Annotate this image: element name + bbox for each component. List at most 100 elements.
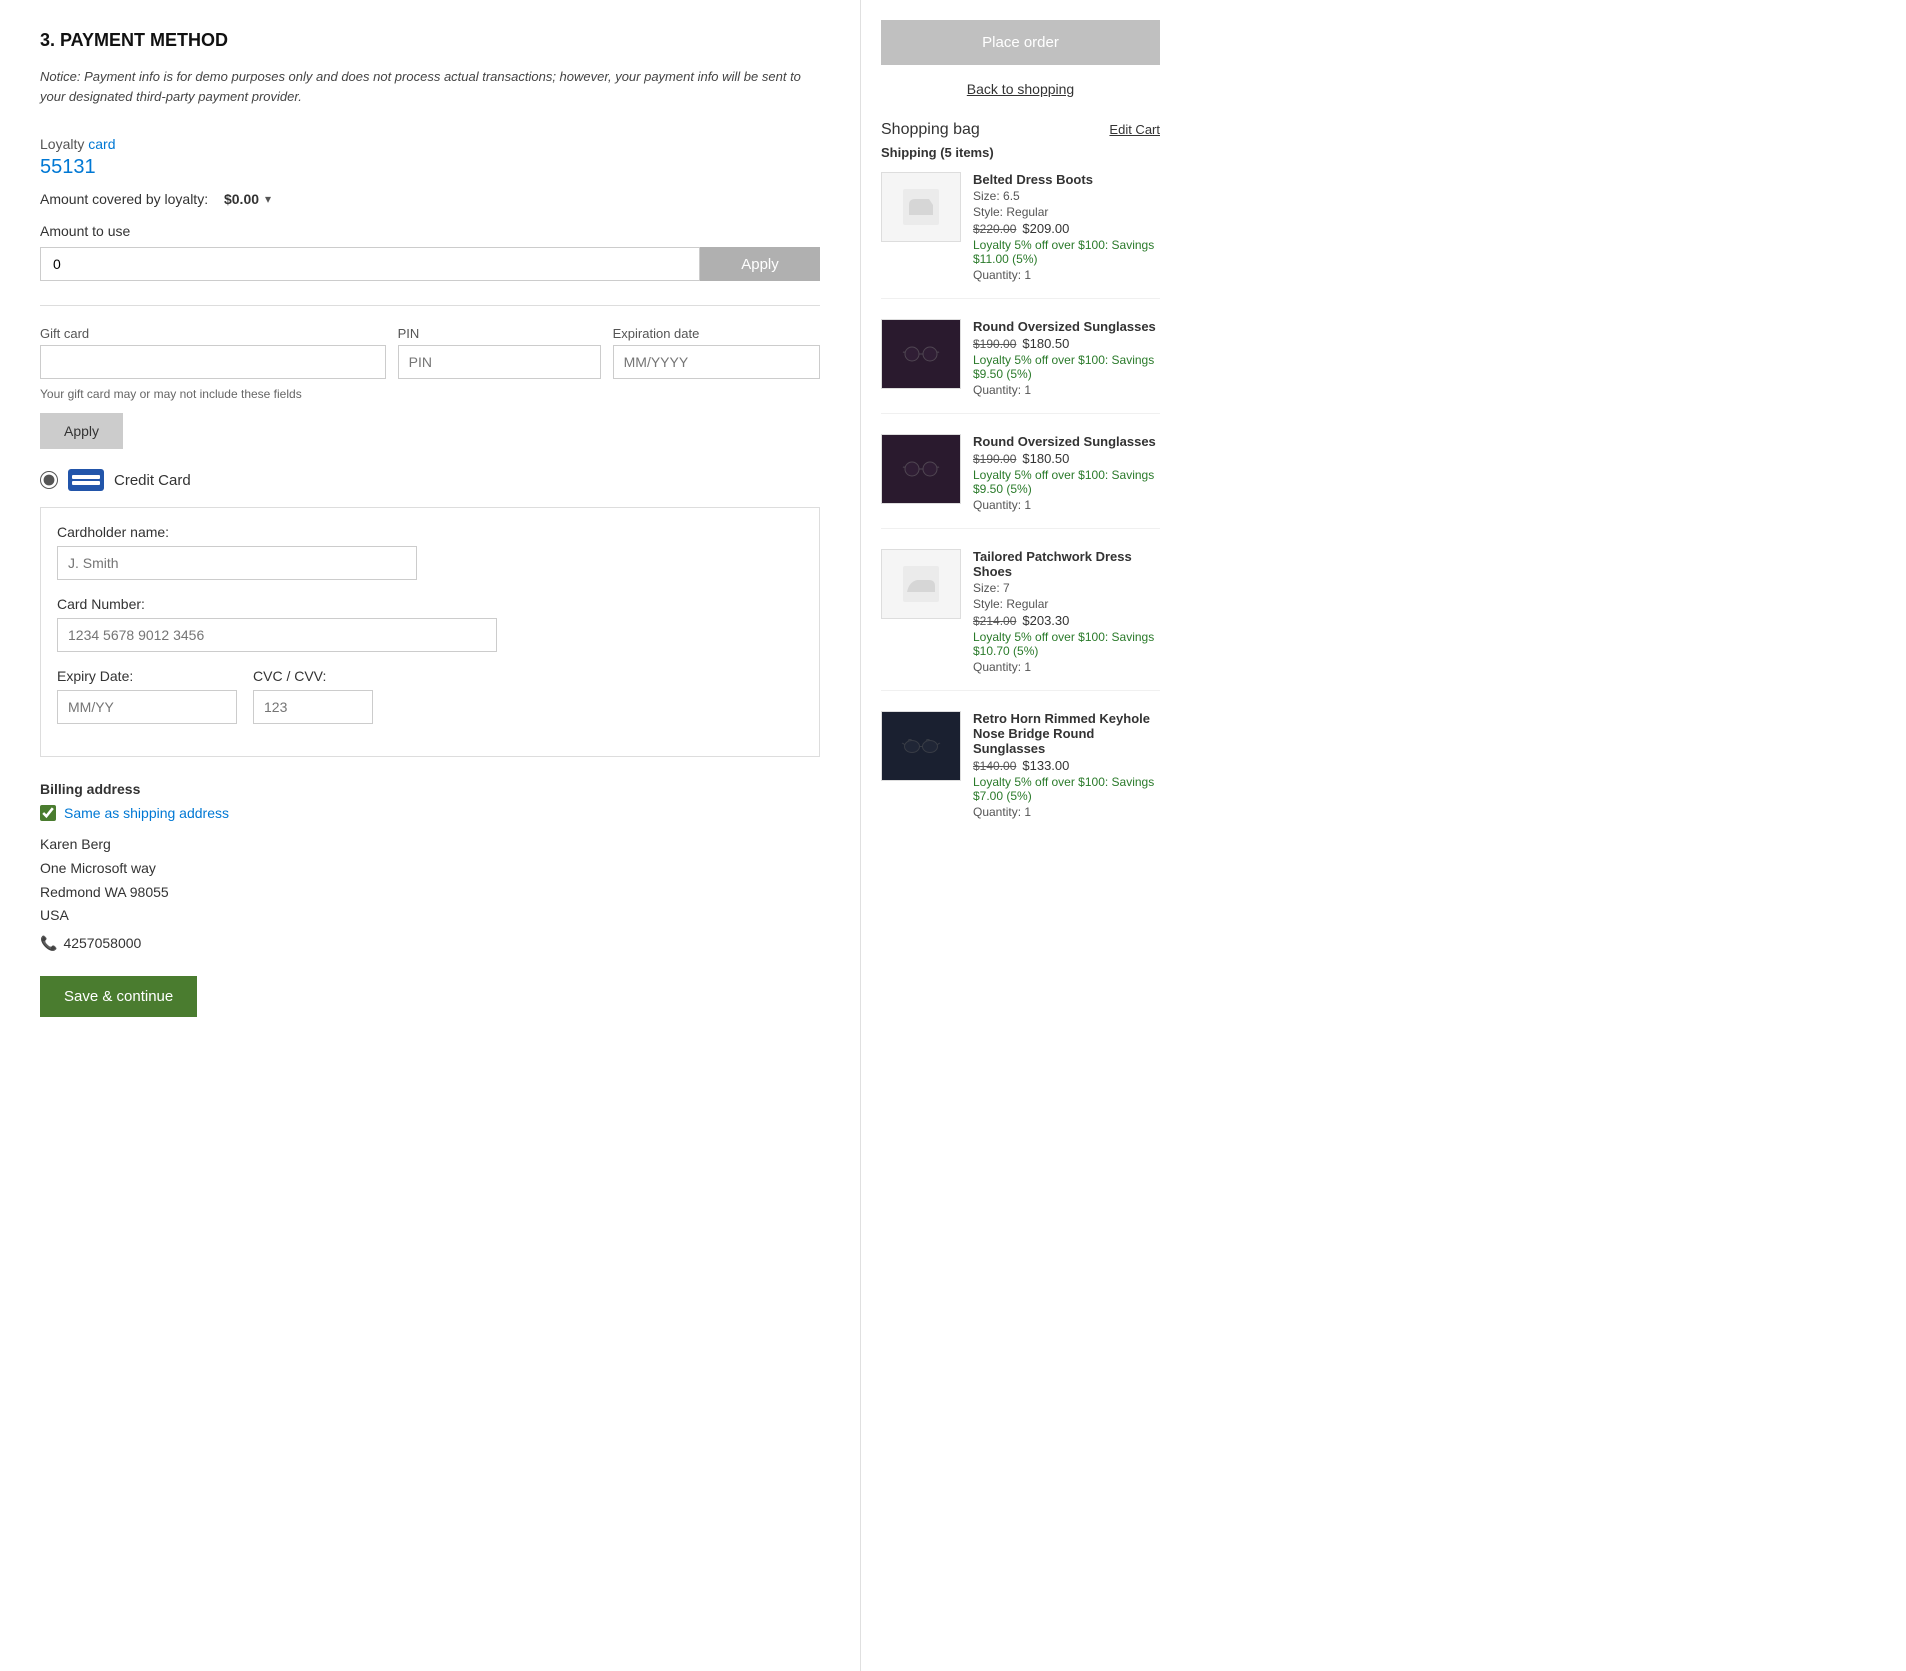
loyalty-number: 55131 <box>40 156 820 179</box>
cart-item-5-loyalty: Loyalty 5% off over $100: Savings $7.00 … <box>973 775 1160 803</box>
billing-address-line2: Redmond WA 98055 <box>40 881 820 905</box>
cart-item-2-name: Round Oversized Sunglasses <box>973 319 1160 334</box>
shipping-label: Shipping (5 items) <box>881 145 1160 160</box>
gift-card-row: Gift card PIN Expiration date <box>40 326 820 379</box>
amount-use-label: Amount to use <box>40 223 820 239</box>
cart-item-1-loyalty: Loyalty 5% off over $100: Savings $11.00… <box>973 238 1160 266</box>
cart-item-4-original-price: $214.00 <box>973 614 1016 628</box>
expiry-group: Expiry Date: <box>57 668 237 724</box>
gift-pin-label: PIN <box>398 326 601 341</box>
section-title: 3. PAYMENT METHOD <box>40 30 820 51</box>
sidebar: Place order Back to shopping Shopping ba… <box>860 0 1180 1671</box>
cart-item-3-details: Round Oversized Sunglasses $190.00 $180.… <box>973 434 1160 512</box>
gift-expiry-field: Expiration date <box>613 326 820 379</box>
phone-icon: 📞 <box>40 932 57 956</box>
cart-item-3-original-price: $190.00 <box>973 452 1016 466</box>
cart-item-3-prices: $190.00 $180.50 <box>973 451 1160 466</box>
cardholder-label: Cardholder name: <box>57 524 803 540</box>
gift-expiry-input[interactable] <box>613 345 820 379</box>
gift-card-apply-button[interactable]: Apply <box>40 413 123 449</box>
save-continue-button[interactable]: Save & continue <box>40 976 197 1017</box>
place-order-button[interactable]: Place order <box>881 20 1160 65</box>
notice-text: Notice: Payment info is for demo purpose… <box>40 67 820 106</box>
card-number-input[interactable] <box>57 618 497 652</box>
cart-item-2-image <box>881 319 961 389</box>
cart-item-3: Round Oversized Sunglasses $190.00 $180.… <box>881 434 1160 529</box>
billing-phone: 4257058000 <box>63 932 141 956</box>
cart-item-4-sale-price: $203.30 <box>1022 613 1069 628</box>
cart-item-5-name: Retro Horn Rimmed Keyhole Nose Bridge Ro… <box>973 711 1160 756</box>
cart-item-1-style: Style: Regular <box>973 205 1160 219</box>
cart-item-4-quantity: Quantity: 1 <box>973 660 1160 674</box>
cart-item-5-quantity: Quantity: 1 <box>973 805 1160 819</box>
billing-country: USA <box>40 904 820 928</box>
card-bottom-row: Expiry Date: CVC / CVV: <box>57 668 803 740</box>
cart-item-4-name: Tailored Patchwork Dress Shoes <box>973 549 1160 579</box>
cart-item-1-details: Belted Dress Boots Size: 6.5 Style: Regu… <box>973 172 1160 282</box>
cart-item-1-original-price: $220.00 <box>973 222 1016 236</box>
gift-card-input[interactable] <box>40 345 386 379</box>
billing-phone-row: 📞 4257058000 <box>40 932 820 956</box>
cart-item-2-loyalty: Loyalty 5% off over $100: Savings $9.50 … <box>973 353 1160 381</box>
amount-input[interactable] <box>40 247 700 281</box>
cart-item-4: Tailored Patchwork Dress Shoes Size: 7 S… <box>881 549 1160 691</box>
cart-item-4-style: Style: Regular <box>973 597 1160 611</box>
cart-item-2-details: Round Oversized Sunglasses $190.00 $180.… <box>973 319 1160 397</box>
cart-item-1-sale-price: $209.00 <box>1022 221 1069 236</box>
cart-item-2-quantity: Quantity: 1 <box>973 383 1160 397</box>
expiry-input[interactable] <box>57 690 237 724</box>
cart-item-3-sale-price: $180.50 <box>1022 451 1069 466</box>
loyalty-label: Loyalty card <box>40 136 820 152</box>
cart-item-5-image <box>881 711 961 781</box>
edit-cart-link[interactable]: Edit Cart <box>1109 122 1160 137</box>
cart-item-1-size: Size: 6.5 <box>973 189 1160 203</box>
cart-item-4-image <box>881 549 961 619</box>
billing-address-line1: One Microsoft way <box>40 857 820 881</box>
chevron-down-icon[interactable]: ▾ <box>265 192 271 206</box>
cart-item-5-original-price: $140.00 <box>973 759 1016 773</box>
gift-expiry-label: Expiration date <box>613 326 820 341</box>
cart-item-5-details: Retro Horn Rimmed Keyhole Nose Bridge Ro… <box>973 711 1160 819</box>
cart-item-1-quantity: Quantity: 1 <box>973 268 1160 282</box>
amount-row: Apply <box>40 247 820 281</box>
cvc-input[interactable] <box>253 690 373 724</box>
gift-card-field: Gift card <box>40 326 386 379</box>
cart-item-4-loyalty: Loyalty 5% off over $100: Savings $10.70… <box>973 630 1160 658</box>
shopping-bag-title: Shopping bag <box>881 121 980 139</box>
cardholder-input[interactable] <box>57 546 417 580</box>
cvc-group: CVC / CVV: <box>253 668 373 724</box>
cart-item-4-prices: $214.00 $203.30 <box>973 613 1160 628</box>
cart-item-3-name: Round Oversized Sunglasses <box>973 434 1160 449</box>
cart-item-5: Retro Horn Rimmed Keyhole Nose Bridge Ro… <box>881 711 1160 835</box>
credit-card-label: Credit Card <box>114 472 191 489</box>
billing-address: Karen Berg One Microsoft way Redmond WA … <box>40 833 820 956</box>
credit-card-icon <box>68 469 104 491</box>
billing-section: Billing address Same as shipping address… <box>40 781 820 956</box>
cart-item-5-sale-price: $133.00 <box>1022 758 1069 773</box>
amount-covered-value: $0.00 <box>224 191 259 207</box>
back-to-shopping-link[interactable]: Back to shopping <box>967 81 1074 97</box>
gift-pin-field: PIN <box>398 326 601 379</box>
cart-item-2-sale-price: $180.50 <box>1022 336 1069 351</box>
expiry-label: Expiry Date: <box>57 668 237 684</box>
same-as-shipping-label: Same as shipping address <box>64 805 229 821</box>
loyalty-card-highlight: card <box>88 136 115 152</box>
credit-card-form-container: Cardholder name: Card Number: Expiry Dat… <box>40 507 820 757</box>
amount-covered: Amount covered by loyalty: $0.00 ▾ <box>40 191 820 207</box>
gift-card-section: Gift card PIN Expiration date Your gift … <box>40 326 820 449</box>
cart-item-3-loyalty: Loyalty 5% off over $100: Savings $9.50 … <box>973 468 1160 496</box>
cardholder-group: Cardholder name: <box>57 524 803 580</box>
card-number-group: Card Number: <box>57 596 803 652</box>
cart-item-1-prices: $220.00 $209.00 <box>973 221 1160 236</box>
same-as-shipping-checkbox[interactable] <box>40 805 56 821</box>
gift-pin-input[interactable] <box>398 345 601 379</box>
cart-item-4-size: Size: 7 <box>973 581 1160 595</box>
cart-item-2: Round Oversized Sunglasses $190.00 $180.… <box>881 319 1160 414</box>
back-to-shopping: Back to shopping <box>881 81 1160 97</box>
loyalty-apply-button[interactable]: Apply <box>700 247 820 281</box>
cart-item-3-quantity: Quantity: 1 <box>973 498 1160 512</box>
cvc-label: CVC / CVV: <box>253 668 373 684</box>
divider-1 <box>40 305 820 306</box>
credit-card-radio[interactable] <box>40 471 58 489</box>
billing-title: Billing address <box>40 781 820 797</box>
